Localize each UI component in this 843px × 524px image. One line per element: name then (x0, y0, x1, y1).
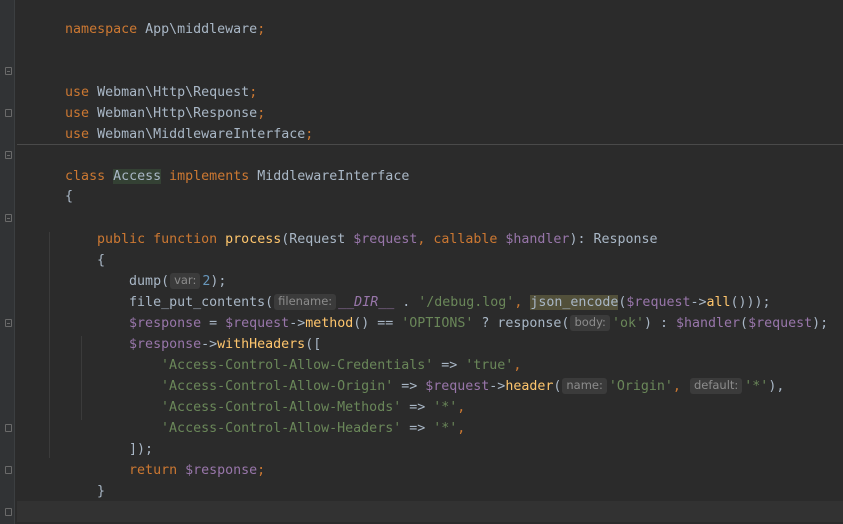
fold-marker-icon[interactable] (5, 424, 12, 432)
fold-marker-icon[interactable] (5, 109, 12, 117)
fold-marker-icon[interactable] (5, 466, 12, 474)
import-name: Webman\MiddlewareInterface (89, 127, 306, 142)
code-line-12[interactable]: { (17, 229, 843, 268)
code-line-22[interactable]: return $response; (17, 439, 843, 478)
brace: } (97, 484, 106, 499)
code-line-14[interactable]: file_put_contents(filename: __DIR__ . '/d… (17, 271, 843, 310)
code-line-18[interactable]: 'Access-Control-Allow-Origin' => $reques… (17, 355, 843, 394)
brace: { (65, 189, 74, 204)
code-line-6[interactable]: use Webman\MiddlewareInterface; (17, 103, 843, 142)
code-line-8[interactable]: class Access implements MiddlewareInterf… (17, 144, 843, 184)
code-line-17[interactable]: 'Access-Control-Allow-Credentials' => 't… (17, 334, 843, 373)
code-line-5[interactable]: use Webman\Http\Response; (17, 82, 843, 121)
fold-marker-icon[interactable] (5, 151, 12, 159)
fold-marker-icon[interactable] (5, 67, 12, 75)
fold-marker-icon[interactable] (5, 214, 12, 222)
code-editor[interactable]: namespace App\middleware; use Webman\Htt… (0, 0, 843, 524)
code-line-20[interactable]: 'Access-Control-Allow-Headers' => '*', (17, 397, 843, 436)
fold-marker-icon[interactable] (5, 319, 12, 327)
code-line-23[interactable]: } (17, 460, 843, 499)
code-line-13[interactable]: dump(var: 2); (17, 250, 843, 289)
code-area[interactable]: namespace App\middleware; use Webman\Htt… (17, 0, 843, 524)
code-line-11[interactable]: public function process(Request $request… (17, 208, 843, 247)
code-line-19[interactable]: 'Access-Control-Allow-Methods' => '*', (17, 376, 843, 415)
code-line-4[interactable]: use Webman\Http\Request; (17, 61, 843, 100)
semicolon: ; (257, 22, 266, 37)
fold-marker-icon[interactable] (5, 508, 12, 516)
code-line-25[interactable]: } (17, 501, 843, 522)
code-line-1[interactable]: namespace App\middleware; (17, 0, 843, 37)
namespace-name: App\middleware (137, 22, 258, 37)
semicolon: ; (305, 127, 314, 142)
code-line-16[interactable]: $response->withHeaders([ (17, 313, 843, 352)
code-line-9[interactable]: { (17, 165, 843, 204)
code-line-21[interactable]: ]); (17, 418, 843, 457)
editor-gutter (0, 0, 15, 524)
code-line-15[interactable]: $response = $request->method() == 'OPTIO… (17, 292, 843, 331)
keyword: namespace (65, 22, 138, 37)
keyword: use (65, 127, 90, 142)
